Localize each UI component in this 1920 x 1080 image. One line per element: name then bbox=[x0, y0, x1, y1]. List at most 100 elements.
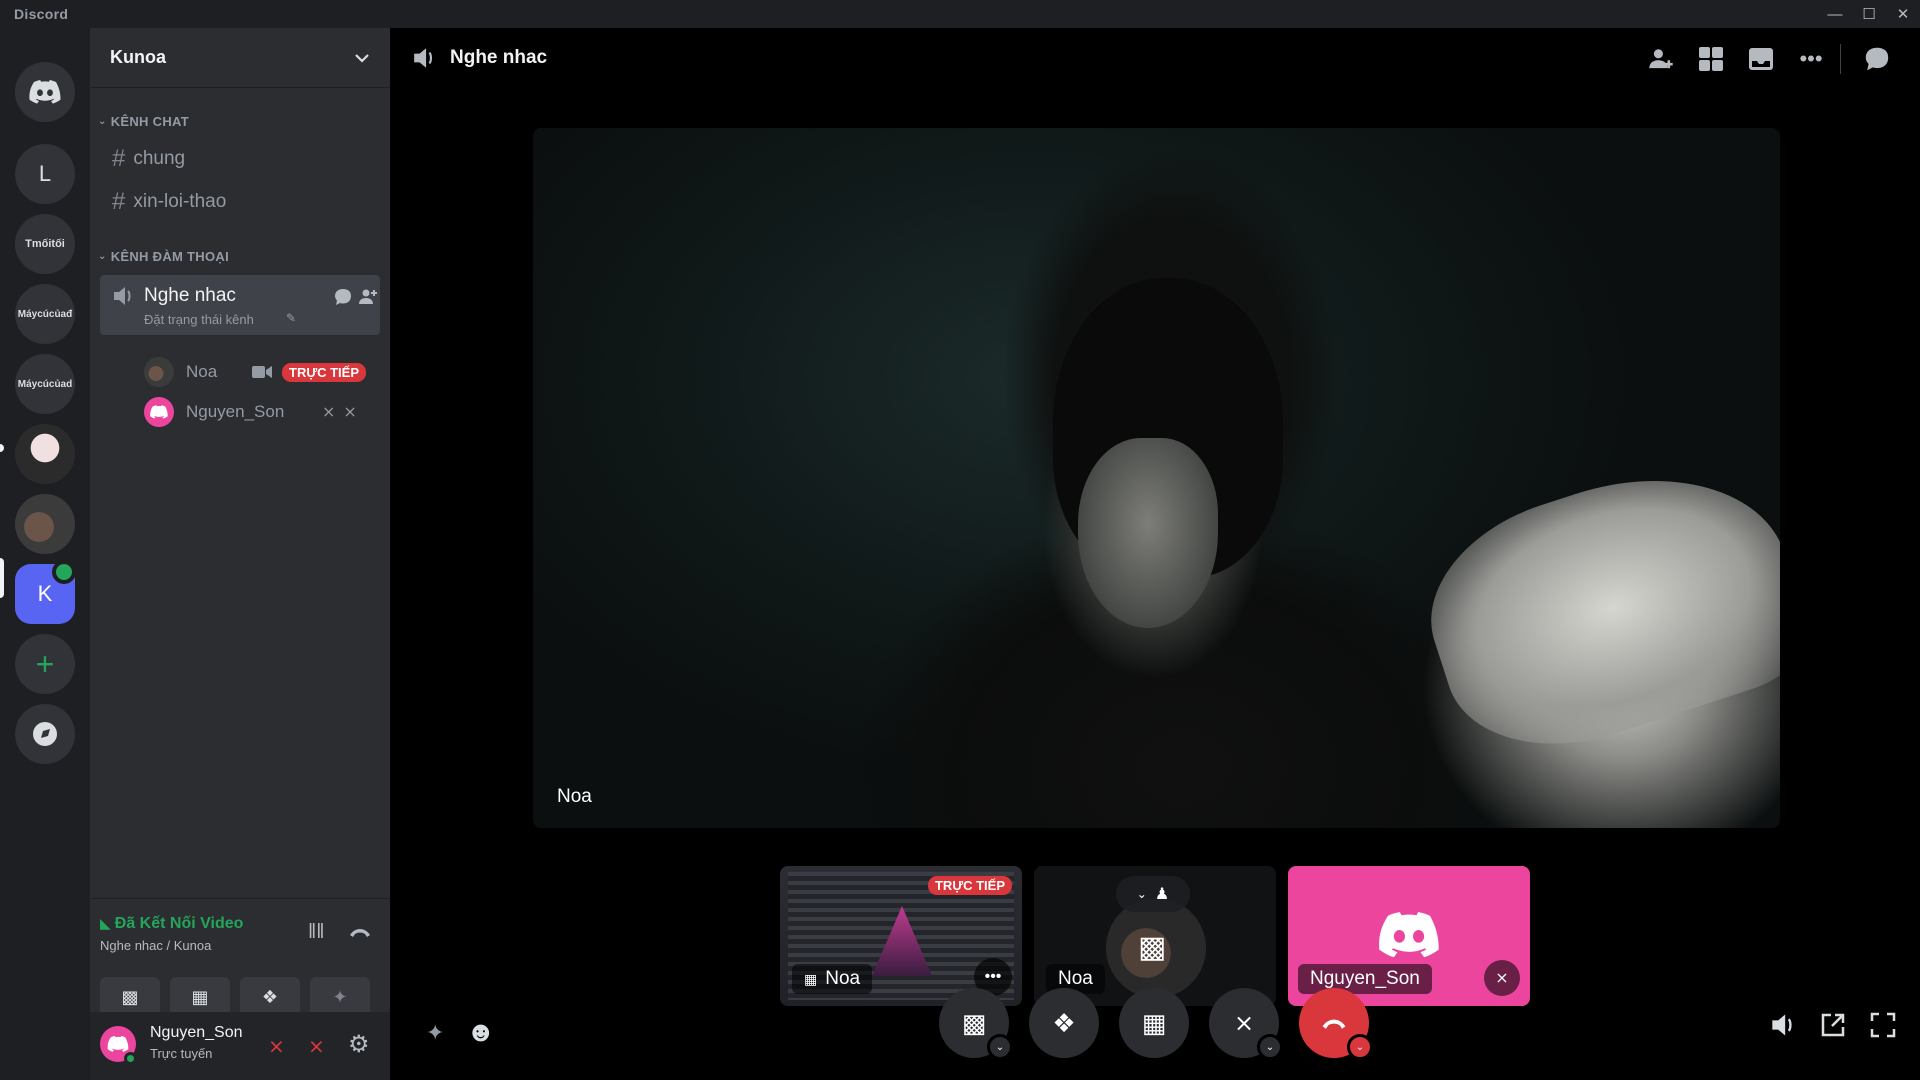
deafened-icon: ⨯ bbox=[1484, 960, 1520, 996]
online-status-icon bbox=[124, 1052, 137, 1065]
chat-bubble-icon[interactable] bbox=[333, 287, 353, 307]
server-avatar-2[interactable] bbox=[15, 494, 75, 554]
soundboard-button[interactable]: ✦ bbox=[310, 977, 370, 1017]
hang-up-icon bbox=[1322, 1019, 1346, 1029]
screen-share-button[interactable]: ▦ bbox=[1119, 988, 1189, 1058]
server-avatar-1[interactable] bbox=[15, 424, 75, 484]
tile-name: Nguyen_Son bbox=[1310, 968, 1420, 989]
camera-toggle-button[interactable]: ▩ bbox=[100, 977, 160, 1017]
invite-member-icon[interactable] bbox=[1644, 42, 1678, 76]
settings-gear-icon[interactable]: ⚙ bbox=[348, 1030, 370, 1059]
inbox-icon[interactable] bbox=[1744, 42, 1778, 76]
deafen-icon[interactable]: ⨯ bbox=[308, 1034, 325, 1059]
member-name: Noa bbox=[186, 362, 218, 381]
invite-member-icon[interactable] bbox=[358, 287, 378, 307]
participant-tile-noa-camera[interactable]: ⌄ ♟ ▩ Noa bbox=[1034, 866, 1276, 1006]
chevron-down-icon: ⌄ bbox=[98, 251, 107, 262]
voice-channel-nghe-nhac[interactable]: Nghe nhac Đặt trạng thái kênh ✎ bbox=[100, 275, 380, 335]
emoji-reaction-icon[interactable]: ☻ bbox=[466, 1016, 495, 1048]
camera-toggle-button[interactable]: ▩ ⌄ bbox=[939, 988, 1013, 1060]
username[interactable]: Nguyen_Son bbox=[150, 1024, 243, 1042]
home-button[interactable] bbox=[15, 62, 75, 122]
live-badge: TRỰC TIẾP bbox=[282, 362, 367, 382]
server-icon-maycucuad-1[interactable]: Máycúcủađ bbox=[15, 284, 75, 344]
chevron-down-icon: ⌄ bbox=[1355, 1041, 1365, 1053]
muted-mic-icon: ⨯ bbox=[322, 404, 336, 421]
activities-button[interactable]: ❖ bbox=[240, 977, 300, 1017]
popout-icon[interactable] bbox=[1820, 1012, 1846, 1038]
hashtag-icon: # bbox=[112, 188, 126, 215]
participant-tile-noa-stream[interactable]: TRỰC TIẾP ▦ Noa ••• bbox=[780, 866, 1022, 1006]
voice-channel-title: Nghe nhac bbox=[144, 285, 236, 306]
voice-member-noa[interactable]: Noa TRỰC TIẾP bbox=[144, 355, 384, 389]
popout-toggle[interactable]: ⌄ ♟ bbox=[1116, 876, 1190, 912]
disconnect-options-chevron[interactable]: ⌄ bbox=[1347, 1034, 1373, 1060]
channel-status-text[interactable]: Đặt trạng thái kênh bbox=[144, 312, 254, 327]
category-label: KÊNH ĐÀM THOẠI bbox=[110, 249, 229, 264]
divider bbox=[1840, 44, 1841, 74]
active-server-indicator bbox=[0, 558, 4, 598]
voice-member-nguyen-son[interactable]: Nguyen_Son ⨯ ⨯ bbox=[144, 395, 384, 429]
server-icon-maycucuad-2[interactable]: Máycúcủad bbox=[15, 354, 75, 414]
discord-logo-icon bbox=[150, 405, 168, 419]
soundboard-icon: ✦ bbox=[332, 986, 348, 1007]
focused-video-stream[interactable]: Noa bbox=[533, 128, 1780, 828]
screen-share-icon: ▦ bbox=[804, 970, 818, 987]
video-subject-face bbox=[1078, 438, 1218, 628]
speaker-icon bbox=[114, 287, 131, 305]
disconnect-icon[interactable] bbox=[348, 925, 372, 939]
category-voice-channels[interactable]: ⌄ KÊNH ĐÀM THOẠI bbox=[98, 249, 229, 264]
participant-tile-nguyen-son[interactable]: Nguyen_Son ⨯ bbox=[1288, 866, 1530, 1006]
more-options-icon[interactable]: ••• bbox=[1794, 42, 1828, 76]
tile-name: Noa bbox=[1058, 968, 1093, 989]
member-name: Nguyen_Son bbox=[186, 402, 285, 421]
plus-icon: + bbox=[35, 645, 55, 682]
chevron-down-icon: ⌄ bbox=[98, 116, 107, 127]
camera-options-chevron[interactable]: ⌄ bbox=[987, 1034, 1013, 1060]
minimize-icon[interactable]: — bbox=[1818, 0, 1852, 28]
window-controls: — ☐ ✕ bbox=[1818, 0, 1920, 28]
video-camera-icon bbox=[252, 366, 272, 378]
soundboard-icon[interactable]: ✦ bbox=[426, 1020, 444, 1046]
hashtag-icon: # bbox=[112, 145, 126, 172]
title-bar: Discord — ☐ ✕ bbox=[0, 0, 1920, 28]
pencil-icon[interactable]: ✎ bbox=[286, 311, 296, 325]
server-rail: L Tmốitối Máycúcủađ Máycúcủad K + bbox=[0, 28, 90, 1080]
category-text-channels[interactable]: ⌄ KÊNH CHAT bbox=[98, 114, 189, 129]
server-header[interactable]: Kunoa bbox=[90, 28, 390, 88]
channel-label: chung bbox=[133, 148, 186, 169]
activities-icon: ❖ bbox=[1052, 1007, 1076, 1038]
voice-channel-title: Nghe nhac bbox=[450, 47, 548, 68]
voice-location[interactable]: Nghe nhac / Kunoa bbox=[100, 938, 211, 953]
mic-options-chevron[interactable]: ⌄ bbox=[1257, 1034, 1283, 1060]
discover-button[interactable] bbox=[15, 704, 75, 764]
fullscreen-icon[interactable] bbox=[1870, 1012, 1896, 1038]
signal-icon: ◣ bbox=[100, 915, 111, 931]
muted-mic-icon[interactable]: ⨯ bbox=[268, 1034, 285, 1059]
screen-share-icon: ▦ bbox=[1141, 1007, 1167, 1038]
channel-chung[interactable]: # chung bbox=[100, 139, 380, 179]
noise-suppression-icon[interactable]: ‖‖ bbox=[308, 921, 325, 944]
voice-connected-status[interactable]: ◣ Đã Kết Nối Video bbox=[100, 915, 243, 933]
volume-icon[interactable] bbox=[1770, 1012, 1798, 1038]
close-icon[interactable]: ✕ bbox=[1886, 0, 1920, 28]
category-label: KÊNH CHAT bbox=[110, 114, 189, 129]
maximize-icon[interactable]: ☐ bbox=[1852, 0, 1886, 28]
add-server-button[interactable]: + bbox=[15, 634, 75, 694]
screen-share-button[interactable]: ▦ bbox=[170, 977, 230, 1017]
server-name: Kunoa bbox=[110, 47, 166, 67]
user-status: Trực tuyến bbox=[150, 1046, 213, 1061]
server-icon-l[interactable]: L bbox=[15, 144, 75, 204]
channel-xin-loi-thao[interactable]: # xin-loi-thao bbox=[100, 182, 380, 222]
chat-bubble-icon[interactable] bbox=[1860, 42, 1894, 76]
server-icon-tmoitoi[interactable]: Tmốitối bbox=[15, 214, 75, 274]
tile-label: ▦ Noa bbox=[792, 964, 873, 994]
grid-layout-icon[interactable] bbox=[1694, 42, 1728, 76]
avatar bbox=[144, 357, 174, 387]
muted-mic-icon: ⨯ bbox=[1233, 1009, 1255, 1037]
avatar bbox=[144, 397, 174, 427]
disconnect-button[interactable]: ⌄ bbox=[1299, 988, 1373, 1060]
microphone-toggle-button[interactable]: ⨯ ⌄ bbox=[1209, 988, 1283, 1060]
channel-label: xin-loi-thao bbox=[133, 191, 227, 212]
activities-button[interactable]: ❖ bbox=[1029, 988, 1099, 1058]
